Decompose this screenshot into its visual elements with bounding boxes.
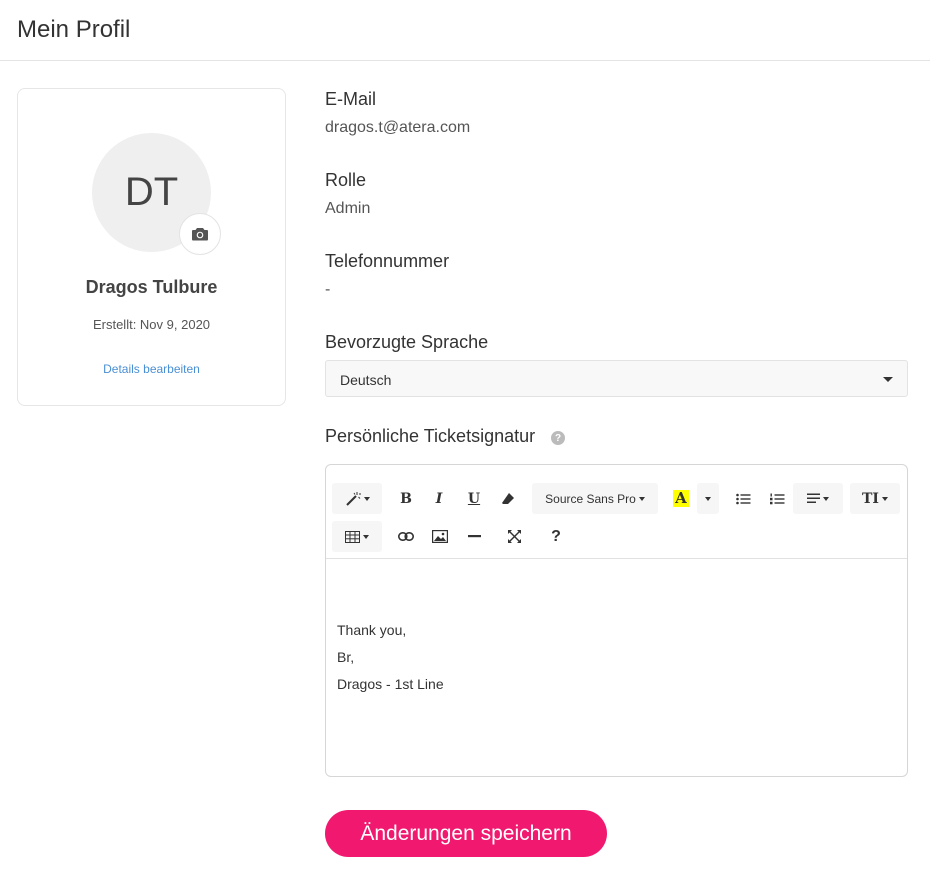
page-title: Mein Profil bbox=[17, 16, 131, 43]
font-size-button[interactable]: TI bbox=[850, 483, 900, 514]
table-icon bbox=[345, 530, 360, 543]
link-icon bbox=[398, 532, 414, 541]
phone-label: Telefonnummer bbox=[325, 251, 450, 271]
underline-button[interactable]: U bbox=[460, 483, 488, 514]
bullet-list-icon bbox=[735, 493, 750, 504]
editor-toolbar: B I U Source Sans Pro A TI ? bbox=[326, 465, 907, 559]
bold-button[interactable]: B bbox=[392, 483, 420, 514]
chevron-down-icon bbox=[363, 496, 370, 501]
paragraph-align-button[interactable] bbox=[793, 483, 843, 514]
table-button[interactable] bbox=[332, 521, 382, 552]
insert-image-button[interactable] bbox=[426, 521, 454, 552]
language-label: Bevorzugte Sprache bbox=[325, 332, 489, 352]
signature-label: Persönliche Ticketsignatur bbox=[325, 426, 536, 446]
editor-help-button[interactable]: ? bbox=[542, 521, 570, 552]
magic-wand-icon bbox=[345, 491, 361, 506]
signature-line: Thank you, bbox=[337, 622, 407, 638]
horizontal-rule-button[interactable] bbox=[460, 521, 488, 552]
save-changes-button[interactable]: Änderungen speichern bbox=[325, 810, 607, 857]
clear-format-button[interactable] bbox=[494, 483, 522, 514]
profile-card: DT Dragos Tulbure Erstellt: Nov 9, 2020 … bbox=[17, 88, 286, 406]
email-label: E-Mail bbox=[325, 89, 377, 109]
align-icon bbox=[807, 493, 820, 503]
chevron-down-icon bbox=[638, 496, 645, 501]
italic-button[interactable]: I bbox=[425, 483, 453, 514]
highlight-color-button[interactable]: A bbox=[667, 483, 695, 514]
numbered-list-button[interactable] bbox=[763, 483, 791, 514]
help-icon[interactable]: ? bbox=[551, 431, 565, 445]
email-value: dragos.t@atera.com bbox=[325, 119, 471, 136]
signature-editor: B I U Source Sans Pro A TI ? Thank you, … bbox=[325, 464, 908, 777]
signature-line: Br, bbox=[337, 649, 355, 665]
numbered-list-icon bbox=[769, 493, 784, 504]
font-family-label: Source Sans Pro bbox=[545, 491, 636, 506]
image-icon bbox=[432, 530, 448, 543]
change-photo-button[interactable] bbox=[179, 213, 221, 255]
chevron-down-icon bbox=[363, 534, 369, 539]
chevron-down-icon bbox=[823, 496, 829, 501]
editor-content[interactable]: Thank you, Br, Dragos - 1st Line bbox=[337, 620, 444, 701]
style-magic-button[interactable] bbox=[332, 483, 382, 514]
phone-value: - bbox=[325, 281, 331, 298]
horizontal-rule-icon bbox=[467, 535, 481, 538]
camera-icon bbox=[192, 228, 208, 241]
chevron-down-icon bbox=[883, 377, 893, 382]
eraser-icon bbox=[502, 492, 514, 504]
highlight-color-dropdown[interactable] bbox=[697, 483, 719, 514]
user-name: Dragos Tulbure bbox=[85, 277, 218, 297]
edit-details-link[interactable]: Details bearbeiten bbox=[18, 362, 285, 376]
highlight-a-icon: A bbox=[673, 489, 689, 507]
chevron-down-icon bbox=[705, 496, 711, 501]
chevron-down-icon bbox=[881, 496, 888, 501]
help-icon-glyph: ? bbox=[554, 432, 562, 444]
signature-line: Dragos - 1st Line bbox=[337, 676, 444, 692]
role-label: Rolle bbox=[325, 170, 367, 190]
created-date: Erstellt: Nov 9, 2020 bbox=[92, 317, 211, 332]
fullscreen-button[interactable] bbox=[500, 521, 528, 552]
page-header: Mein Profil bbox=[0, 0, 930, 61]
language-select[interactable]: Deutsch bbox=[325, 360, 908, 397]
role-value: Admin bbox=[325, 200, 371, 217]
insert-link-button[interactable] bbox=[392, 521, 420, 552]
fullscreen-icon bbox=[507, 530, 521, 543]
language-selected-value: Deutsch bbox=[340, 372, 392, 388]
bullet-list-button[interactable] bbox=[729, 483, 757, 514]
avatar-initials: DT bbox=[124, 170, 179, 214]
font-size-icon: TI bbox=[862, 490, 879, 507]
font-family-select[interactable]: Source Sans Pro bbox=[532, 483, 658, 514]
